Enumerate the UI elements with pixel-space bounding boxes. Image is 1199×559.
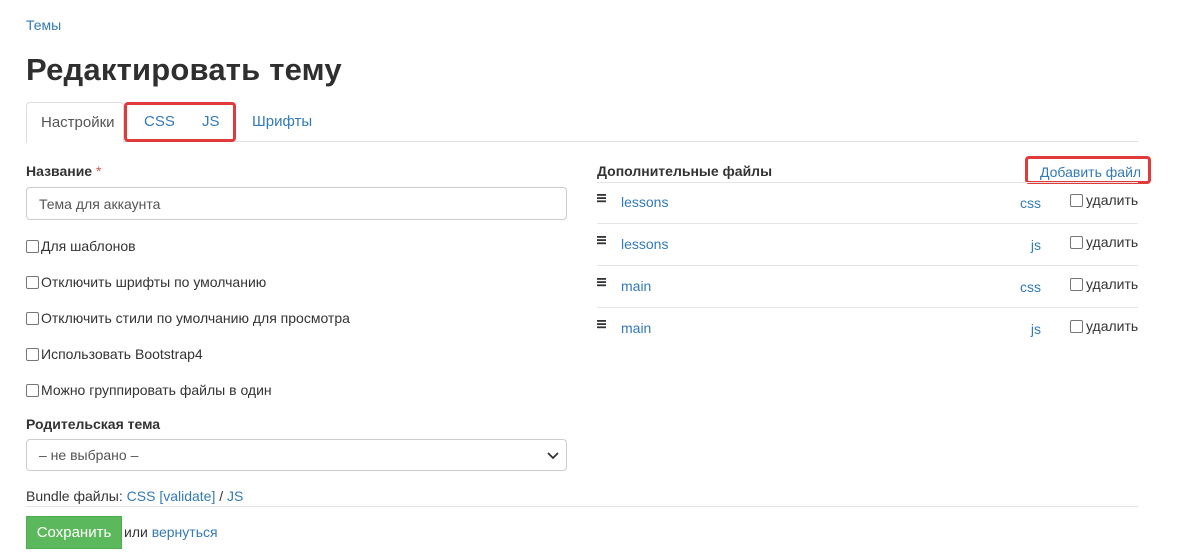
parent-theme-label: Родительская тема (26, 416, 161, 432)
delete-file-checkbox[interactable]: удалить (1070, 234, 1138, 250)
tab-js[interactable]: JS (188, 102, 234, 143)
add-file-link[interactable]: Добавить файл (1040, 164, 1141, 180)
file-row: lessons js удалить (597, 224, 1138, 266)
file-row: lessons css удалить (597, 182, 1138, 224)
checkbox-box[interactable] (1070, 277, 1083, 291)
checkbox-box[interactable] (1070, 235, 1083, 249)
chevron-down-icon (547, 452, 559, 460)
name-input[interactable] (26, 187, 567, 220)
breadcrumb-themes-link[interactable]: Темы (26, 17, 61, 33)
bundle-js-link[interactable]: JS (227, 488, 243, 504)
checkbox-disable-default-fonts[interactable]: Отключить шрифты по умолчанию (26, 273, 266, 291)
checkbox-box[interactable] (1070, 193, 1083, 207)
drag-handle-icon[interactable] (597, 193, 607, 203)
save-button[interactable]: Сохранить (26, 516, 122, 549)
bundle-validate-link[interactable]: validate (163, 488, 211, 504)
checkbox-box[interactable] (26, 311, 39, 325)
parent-theme-select[interactable]: – не выбрано – (26, 439, 567, 471)
bundle-files-line: Bundle файлы: CSS [validate] / JS (26, 488, 243, 504)
checkbox-box[interactable] (1070, 319, 1083, 333)
checkbox-group-files[interactable]: Можно группировать файлы в один (26, 381, 272, 399)
tab-css[interactable]: CSS (130, 102, 189, 143)
or-text: или (124, 524, 148, 540)
delete-file-checkbox[interactable]: удалить (1070, 318, 1138, 334)
tab-settings[interactable]: Настройки (26, 102, 124, 143)
tab-fonts[interactable]: Шрифты (238, 102, 326, 143)
name-label-text: Название (26, 163, 93, 179)
checkbox-box[interactable] (26, 383, 39, 397)
drag-handle-icon[interactable] (597, 235, 607, 245)
delete-label: удалить (1086, 318, 1139, 334)
file-row: main js удалить (597, 308, 1138, 350)
page-title: Редактировать тему (26, 52, 342, 87)
file-name-link[interactable]: lessons (621, 194, 668, 210)
file-type-link[interactable]: css (1020, 195, 1041, 211)
delete-file-checkbox[interactable]: удалить (1070, 276, 1138, 292)
parent-theme-value: – не выбрано – (39, 447, 139, 463)
file-name-link[interactable]: main (621, 320, 651, 336)
delete-label: удалить (1086, 192, 1139, 208)
file-name-link[interactable]: lessons (621, 236, 668, 252)
checkbox-label: Отключить шрифты по умолчанию (41, 274, 267, 290)
name-field-label: Название * (26, 163, 101, 179)
file-type-link[interactable]: css (1020, 279, 1041, 295)
file-row: main css удалить (597, 266, 1138, 308)
delete-label: удалить (1086, 234, 1139, 250)
checkbox-label: Использовать Bootstrap4 (41, 346, 203, 362)
required-mark: * (95, 163, 102, 179)
file-name-link[interactable]: main (621, 278, 651, 294)
bundle-prefix: Bundle файлы: (26, 488, 123, 504)
save-alternative: или вернуться (124, 524, 218, 540)
checkbox-box[interactable] (26, 347, 39, 361)
checkbox-label: Отключить стили по умолчанию для просмот… (41, 310, 350, 326)
checkbox-for-templates[interactable]: Для шаблонов (26, 237, 136, 255)
bundle-css-link[interactable]: CSS (127, 488, 156, 504)
checkbox-disable-default-styles[interactable]: Отключить стили по умолчанию для просмот… (26, 309, 350, 327)
file-type-link[interactable]: js (1031, 237, 1041, 253)
drag-handle-icon[interactable] (597, 319, 607, 329)
additional-files-title: Дополнительные файлы (597, 163, 773, 179)
checkbox-box[interactable] (26, 275, 39, 289)
bundle-slash: / (219, 488, 224, 504)
checkbox-use-bootstrap4[interactable]: Использовать Bootstrap4 (26, 345, 203, 363)
back-link[interactable]: вернуться (152, 524, 218, 540)
delete-file-checkbox[interactable]: удалить (1070, 192, 1138, 208)
form-divider (26, 506, 1138, 507)
checkbox-label: Можно группировать файлы в один (41, 382, 272, 398)
file-type-link[interactable]: js (1031, 321, 1041, 337)
delete-label: удалить (1086, 276, 1139, 292)
tab-bar: Настройки CSS JS Шрифты (26, 102, 1138, 143)
checkbox-box[interactable] (26, 239, 39, 253)
checkbox-label: Для шаблонов (41, 238, 136, 254)
drag-handle-icon[interactable] (597, 277, 607, 287)
bundle-bracket-close: ] (211, 488, 216, 504)
